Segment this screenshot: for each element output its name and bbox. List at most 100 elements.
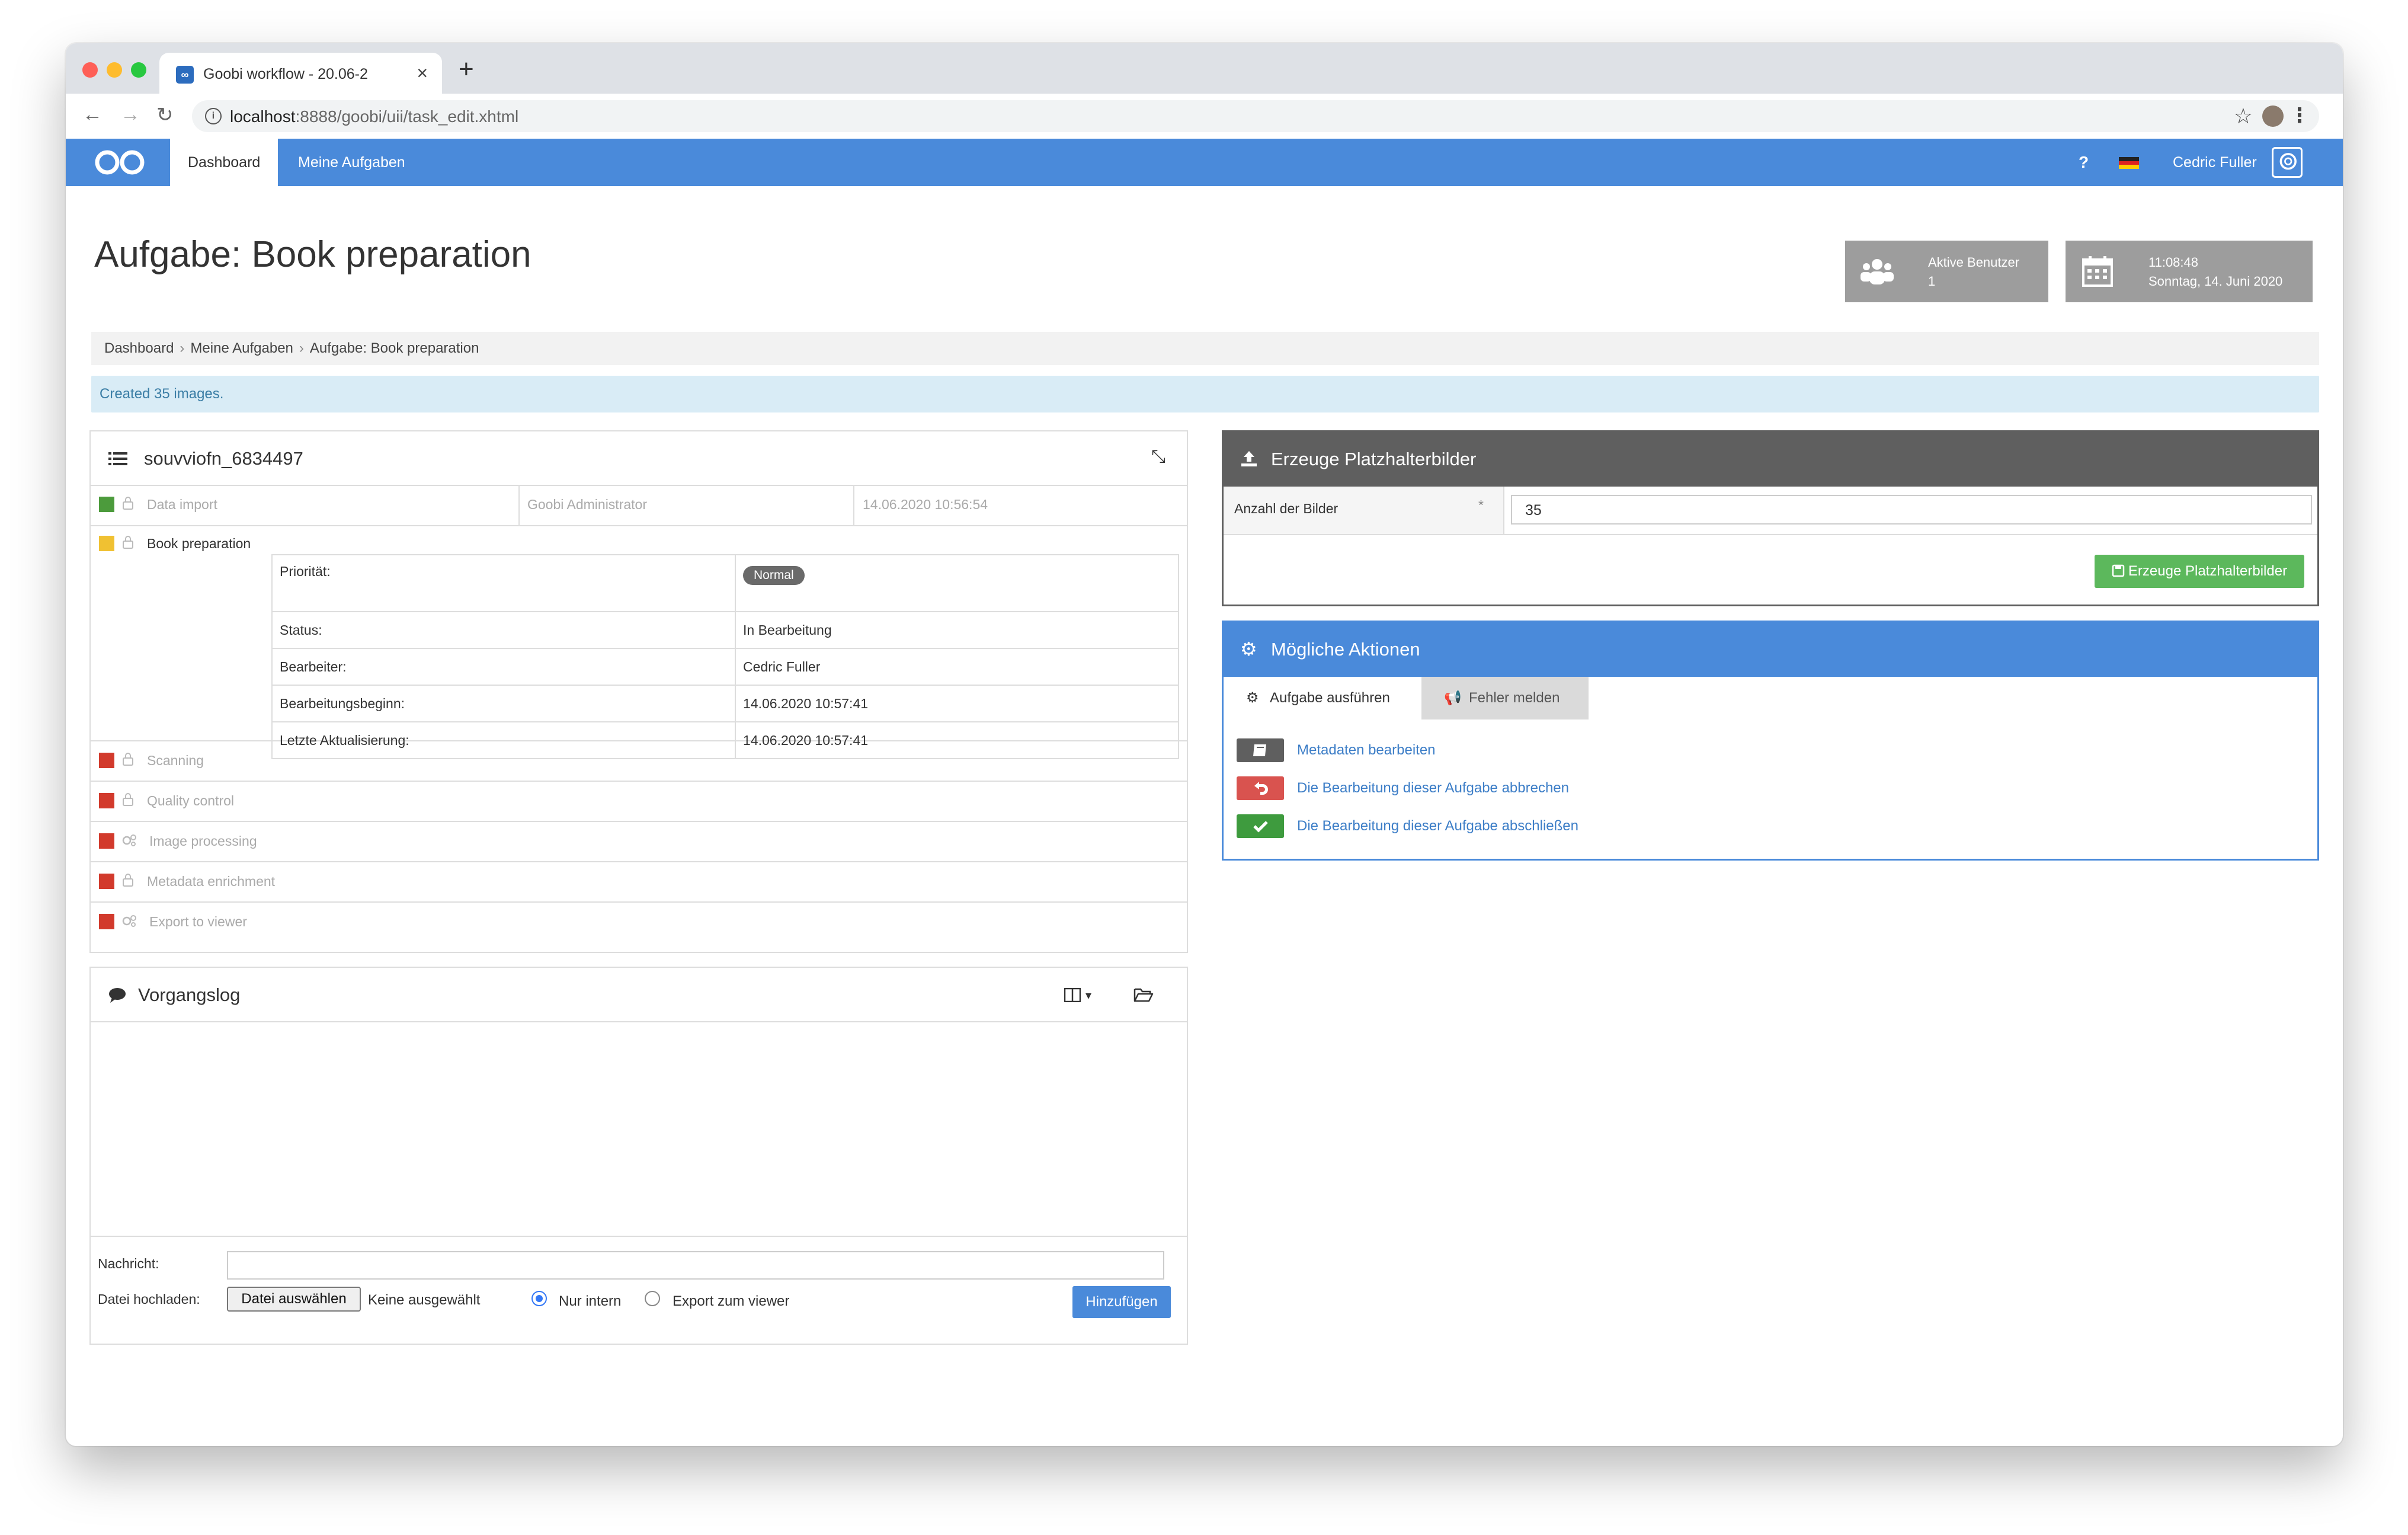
detail-label: Bearbeiter: <box>271 648 736 686</box>
user-name[interactable]: Cedric Fuller <box>2173 139 2257 186</box>
image-count-input[interactable]: 35 <box>1511 495 2312 525</box>
columns-icon[interactable] <box>1064 988 1081 1002</box>
cogs-icon <box>122 834 136 846</box>
breadcrumb-separator: › <box>180 340 185 356</box>
back-arrow-icon[interactable]: ← <box>82 103 103 126</box>
status-in-progress-icon <box>99 536 114 551</box>
add-button[interactable]: Hinzufügen <box>1072 1286 1171 1318</box>
profile-avatar[interactable] <box>2262 105 2284 127</box>
german-flag-icon[interactable] <box>2119 157 2139 169</box>
process-title: souvviofn_6834497 <box>144 448 303 469</box>
nav-dashboard[interactable]: Dashboard <box>170 139 278 186</box>
breadcrumb-current: Aufgabe: Book preparation <box>309 340 479 356</box>
browser-tab[interactable]: ∞ Goobi workflow - 20.06-2 × <box>159 53 442 94</box>
active-users-widget[interactable]: Aktive Benutzer 1 <box>1845 241 2048 302</box>
forward-arrow-icon[interactable]: → <box>120 103 140 126</box>
message-input[interactable] <box>227 1251 1164 1280</box>
message-label: Nachricht: <box>98 1256 159 1271</box>
radio-internal[interactable] <box>531 1291 547 1306</box>
users-icon <box>1861 259 1894 284</box>
maximize-window-button[interactable] <box>131 62 146 78</box>
step-row-quality-control[interactable]: Quality control <box>91 781 1187 822</box>
close-window-button[interactable] <box>82 62 98 78</box>
placeholder-images-panel: Erzeuge Platzhalterbilder Anzahl der Bil… <box>1222 430 2319 606</box>
actions-panel-title: Mögliche Aktionen <box>1271 639 1420 660</box>
step-row-image-processing[interactable]: Image processing <box>91 821 1187 862</box>
detail-value: 14.06.2020 10:57:41 <box>735 685 1179 722</box>
new-tab-button[interactable]: + <box>459 56 474 82</box>
log-divider <box>91 1236 1187 1237</box>
collapse-icon[interactable]: ⤡ <box>1151 447 1165 467</box>
priority-badge: Normal <box>743 566 805 585</box>
info-alert: Created 35 images. <box>91 376 2319 412</box>
radio-internal-label[interactable]: Nur intern <box>559 1293 621 1310</box>
clock-widget: 11:08:48 Sonntag, 14. Juni 2020 <box>2066 241 2313 302</box>
goobi-logo-icon[interactable] <box>93 148 146 177</box>
image-count-label: Anzahl der Bilder <box>1234 501 1339 516</box>
actions-panel-header: ⚙ Mögliche Aktionen <box>1224 622 2317 677</box>
check-icon <box>1237 814 1284 838</box>
browser-window: ∞ Goobi workflow - 20.06-2 × + ← → ↻ i l… <box>66 43 2343 1446</box>
detail-value: In Bearbeitung <box>735 611 1179 649</box>
detail-row-editor: Bearbeiter: Cedric Fuller <box>271 648 1179 686</box>
goobi-app: Dashboard Meine Aufgaben ? Cedric Fuller… <box>66 139 2343 1446</box>
step-name: Scanning <box>147 753 204 768</box>
address-bar[interactable]: i localhost:8888/goobi/uii/task_edit.xht… <box>192 100 2319 132</box>
radio-export-label[interactable]: Export zum viewer <box>673 1293 789 1310</box>
detail-row-start: Bearbeitungsbeginn: 14.06.2020 10:57:41 <box>271 685 1179 722</box>
detail-row-priority: Priorität: Normal <box>271 554 1179 612</box>
choose-file-button[interactable]: Datei auswählen <box>227 1287 361 1312</box>
field-label-cell: Anzahl der Bilder * <box>1224 487 1504 535</box>
folder-open-icon[interactable] <box>1133 987 1154 1002</box>
create-placeholders-button[interactable]: Erzeuge Platzhalterbilder <box>2095 555 2304 588</box>
cog-icon: ⚙ <box>1246 690 1259 706</box>
help-icon[interactable]: ? <box>2079 139 2089 186</box>
browser-menu-icon[interactable]: ⋮ <box>2289 104 2310 127</box>
nav-meine-aufgaben[interactable]: Meine Aufgaben <box>280 139 423 186</box>
active-users-count: 1 <box>1928 274 1936 289</box>
save-icon <box>2112 564 2125 577</box>
action-label[interactable]: Die Bearbeitung dieser Aufgabe abschließ… <box>1297 818 1578 834</box>
step-row-metadata-enrichment[interactable]: Metadata enrichment <box>91 861 1187 903</box>
site-info-icon[interactable]: i <box>205 108 222 124</box>
create-placeholders-label: Erzeuge Platzhalterbilder <box>2128 563 2288 579</box>
tab-close-icon[interactable]: × <box>417 62 428 84</box>
browser-toolbar: ← → ↻ i localhost:8888/goobi/uii/task_ed… <box>66 94 2343 139</box>
step-row-export-to-viewer[interactable]: Export to viewer <box>91 901 1187 942</box>
possible-actions-panel: ⚙ Mögliche Aktionen ⚙ Aufgabe ausführen … <box>1222 621 2319 861</box>
page-title: Aufgabe: Book preparation <box>94 234 531 275</box>
browser-titlebar: ∞ Goobi workflow - 20.06-2 × + <box>66 43 2343 94</box>
step-row-data-import[interactable]: Data import Goobi Administrator 14.06.20… <box>91 485 1187 526</box>
bookmark-star-icon[interactable]: ☆ <box>2234 104 2253 129</box>
lock-icon <box>123 874 133 887</box>
process-box-header: souvviofn_6834497 ⤡ <box>91 431 1187 486</box>
detail-label: Bearbeitungsbeginn: <box>271 685 736 722</box>
step-row-scanning[interactable]: Scanning <box>91 740 1187 782</box>
clock-date: Sonntag, 14. Juni 2020 <box>2148 274 2283 289</box>
process-log-header: Vorgangslog ▾ <box>91 968 1187 1022</box>
undo-icon <box>1237 776 1284 800</box>
url-text[interactable]: localhost:8888/goobi/uii/task_edit.xhtml <box>230 107 518 126</box>
status-locked-icon <box>99 874 114 889</box>
book-icon <box>1237 738 1284 762</box>
step-user: Goobi Administrator <box>527 497 647 512</box>
process-log-box: Vorgangslog ▾ Nachricht: Datei hochladen… <box>89 967 1188 1345</box>
no-file-text: Keine ausgewählt <box>368 1292 481 1308</box>
reload-icon[interactable]: ↻ <box>156 103 174 127</box>
calendar-icon <box>2082 256 2113 287</box>
detail-label: Priorität: <box>271 554 736 612</box>
detail-row-status: Status: In Bearbeitung <box>271 611 1179 649</box>
status-locked-icon <box>99 753 114 768</box>
breadcrumb-meine-aufgaben[interactable]: Meine Aufgaben <box>190 340 293 356</box>
user-avatar-icon[interactable] <box>2272 147 2303 178</box>
action-label[interactable]: Die Bearbeitung dieser Aufgabe abbrechen <box>1297 780 1569 797</box>
status-locked-icon <box>99 793 114 808</box>
tab-execute-task[interactable]: ⚙ Aufgabe ausführen <box>1224 677 1421 719</box>
chevron-down-icon[interactable]: ▾ <box>1085 988 1091 1003</box>
minimize-window-button[interactable] <box>107 62 122 78</box>
tab-report-error[interactable]: 📢 Fehler melden <box>1421 677 1589 719</box>
top-navbar: Dashboard Meine Aufgaben ? Cedric Fuller <box>66 139 2343 186</box>
action-label[interactable]: Metadaten bearbeiten <box>1297 742 1436 759</box>
breadcrumb-dashboard[interactable]: Dashboard <box>104 340 174 356</box>
radio-export[interactable] <box>645 1291 660 1306</box>
